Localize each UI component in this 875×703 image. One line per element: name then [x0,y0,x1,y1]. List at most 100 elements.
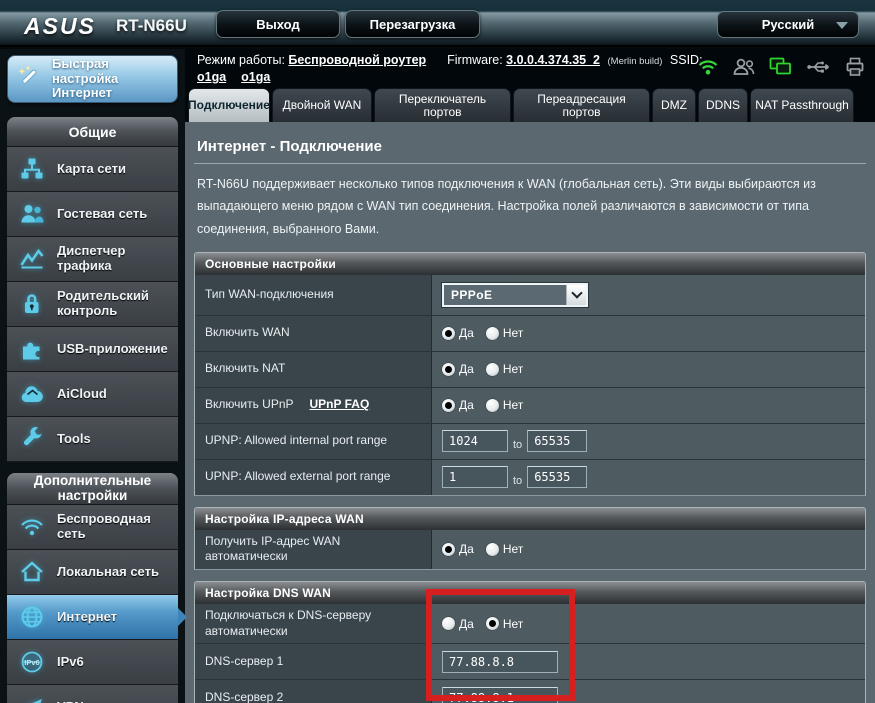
dns-auto-yes-radio[interactable] [442,617,455,630]
yes-label[interactable]: Да [459,362,474,376]
sidebar-item-usb-application[interactable]: USB-приложение [7,327,178,372]
enable-upnp-yes-radio[interactable] [442,399,455,412]
no-label[interactable]: Нет [503,617,523,631]
tab-connection[interactable]: Подключение [188,88,270,122]
sidebar-item-lan[interactable]: Локальная сеть [7,550,178,595]
dns2-input[interactable] [442,687,558,703]
quick-setup-button[interactable]: Быстрая настройка Интернет [7,55,178,103]
operation-mode-link[interactable]: Беспроводной роутер [288,53,426,67]
sidebar-item-label: Гостевая сеть [57,207,147,222]
enable-nat-yes-radio[interactable] [442,363,455,376]
sidebar-item-tools[interactable]: Tools [7,417,178,462]
lan-status-icon[interactable] [769,57,793,77]
upnp-internal-range-row: UPNP: Allowed internal port range to [195,423,865,459]
page-title: Интернет - Подключение [197,138,863,155]
wan-ip-auto-row: Получить IP-адрес WAN автоматически Да Н… [195,530,865,569]
sidebar-item-label: Родительский контроль [57,289,169,318]
wan-type-row: Тип WAN-подключения PPPoE [195,275,865,315]
cloud-icon [16,381,48,407]
yes-label[interactable]: Да [459,398,474,412]
tab-dual-wan[interactable]: Двойной WAN [272,88,372,122]
vpn-icon [16,694,48,703]
yes-label[interactable]: Да [459,617,474,631]
wan-dns-table: Настройка DNS WAN Подключаться к DNS-сер… [194,581,866,703]
svg-text:IPv6: IPv6 [24,658,39,667]
tab-nat-passthrough[interactable]: NAT Passthrough [750,88,854,122]
dns2-row: DNS-сервер 2 [195,679,865,703]
operation-mode-label: Режим работы: [197,53,285,67]
sidebar-item-aicloud[interactable]: AiCloud [7,372,178,417]
yes-label[interactable]: Да [459,542,474,556]
logout-button[interactable]: Выход [216,10,340,38]
language-dropdown[interactable]: Русский [717,11,859,38]
quick-setup-label: Быстрая настройка Интернет [52,57,170,102]
tab-port-forwarding[interactable]: Переадресация портов [513,88,650,122]
upnp-faq-link[interactable]: UPnP FAQ [310,397,370,413]
asus-logo: ASUS [24,13,96,40]
tab-dmz[interactable]: DMZ [652,88,696,122]
sidebar-item-label: Беспроводная сеть [57,512,169,541]
sidebar-item-label: AiCloud [57,387,107,402]
enable-wan-yes-radio[interactable] [442,327,455,340]
wan-ip-table: Настройка IP-адреса WAN Получить IP-адре… [194,507,866,570]
yes-label[interactable]: Да [459,326,474,340]
basic-config-table: Основные настройки Тип WAN-подключения P… [194,252,866,496]
upnp-external-from-input[interactable] [442,466,508,488]
sidebar: Быстрая настройка Интернет Общие Карта с… [0,49,185,703]
tab-port-trigger[interactable]: Переключатель портов [374,88,511,122]
wan-ip-auto-no-radio[interactable] [486,543,499,556]
enable-wan-row: Включить WAN Да Нет [195,315,865,351]
sidebar-item-parental-control[interactable]: Родительский контроль [7,282,178,327]
usb-status-icon[interactable] [806,57,832,77]
ssid-link-2[interactable]: o1ga [241,70,270,84]
sidebar-item-wireless[interactable]: Беспроводная сеть [7,505,178,550]
network-map-icon [16,156,48,182]
upnp-internal-to-input[interactable] [527,430,587,452]
reboot-button[interactable]: Перезагрузка [345,10,480,38]
sidebar-item-ipv6[interactable]: IPv6 IPv6 [7,640,178,685]
sidebar-item-vpn[interactable]: VPN [7,685,178,703]
wifi-status-icon[interactable] [697,57,719,77]
enable-wan-no-radio[interactable] [486,327,499,340]
tab-ddns[interactable]: DDNS [698,88,748,122]
build-note: (Merlin build) [608,56,663,67]
status-line-2: o1ga o1ga [197,70,270,84]
sidebar-item-label: IPv6 [57,655,84,670]
globe-icon [16,604,48,630]
clients-status-icon[interactable] [732,57,756,77]
enable-upnp-no-radio[interactable] [486,399,499,412]
wan-type-select[interactable]: PPPoE [442,283,588,307]
content-panel: Интернет - Подключение RT-N66U поддержив… [185,122,875,703]
sidebar-item-internet[interactable]: Интернет [7,595,178,640]
no-label[interactable]: Нет [503,542,523,556]
enable-nat-row: Включить NAT Да Нет [195,351,865,387]
sidebar-item-network-map[interactable]: Карта сети [7,147,178,192]
lock-icon [16,291,48,317]
dns1-input[interactable] [442,651,558,673]
wan-ip-auto-yes-radio[interactable] [442,543,455,556]
sidebar-item-traffic-manager[interactable]: Диспетчер трафика [7,237,178,282]
guest-network-icon [16,201,48,227]
printer-status-icon[interactable] [845,57,865,77]
dns-auto-no-radio[interactable] [486,617,499,630]
to-label: to [513,475,522,491]
home-icon [16,559,48,585]
select-arrow-button[interactable] [566,285,586,305]
dns2-label: DNS-сервер 2 [195,680,431,703]
enable-nat-no-radio[interactable] [486,363,499,376]
menu-group-advanced: Дополнительные настройки Беспроводная се… [7,473,178,703]
dns1-row: DNS-сервер 1 [195,643,865,679]
upnp-external-to-input[interactable] [527,466,587,488]
status-header: Режим работы: Беспроводной роутер Firmwa… [185,49,875,88]
sidebar-item-label: Tools [57,432,91,447]
top-bar: ASUS RT-N66U Выход Перезагрузка Русский [0,0,875,47]
enable-nat-label: Включить NAT [195,352,431,387]
enable-upnp-row: Включить UPnP UPnP FAQ Да Нет [195,387,865,423]
no-label[interactable]: Нет [503,362,523,376]
firmware-version-link[interactable]: 3.0.0.4.374.35_2 [506,53,600,67]
ssid-link-1[interactable]: o1ga [197,70,226,84]
upnp-internal-from-input[interactable] [442,430,508,452]
sidebar-item-guest-network[interactable]: Гостевая сеть [7,192,178,237]
no-label[interactable]: Нет [503,398,523,412]
no-label[interactable]: Нет [503,326,523,340]
